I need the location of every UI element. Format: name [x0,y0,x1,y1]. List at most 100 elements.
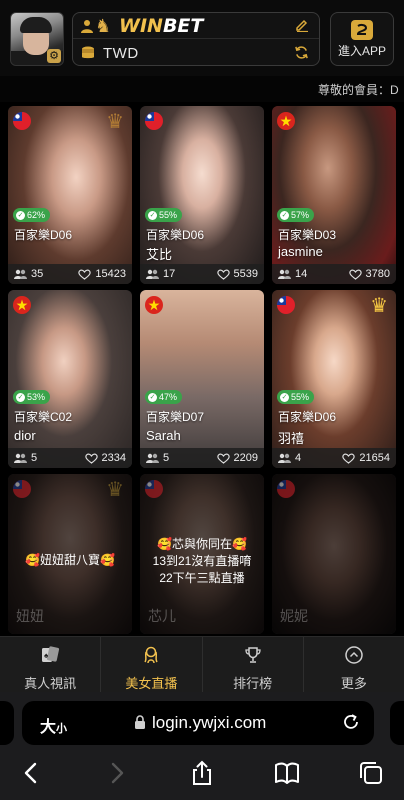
announcement-marquee[interactable]: 尊敬的會員：D [0,76,404,102]
heart-icon [216,269,230,280]
coins-icon [82,46,94,59]
table-label: 百家樂C02 [14,410,73,424]
tab-beauty-live[interactable]: 美女直播 [100,637,201,692]
stream-stats: 35 15423 [8,264,132,284]
currency-label: TWD [103,45,139,62]
user-icon [81,20,93,33]
win-rate-badge: ✓ 55% [145,208,183,222]
heart-icon [78,269,92,280]
streamer-name: 妮妮 [280,608,308,624]
viewer-count: 17 [146,268,175,280]
heart-icon [84,453,98,464]
refresh-balance-icon[interactable] [294,45,309,60]
like-count: 2334 [84,452,126,464]
text-size-button[interactable]: 大小 [40,713,67,737]
balance-row: TWD [73,40,319,66]
reload-icon[interactable] [342,713,360,731]
next-tab-peek[interactable] [390,701,404,745]
vietnam-flag-icon [145,296,163,314]
tab-leaderboard[interactable]: 排行榜 [201,637,303,692]
trophy-icon [244,647,261,663]
table-label: 百家樂D06 [14,228,73,242]
stream-card[interactable]: ✓ 53% 百家樂C02 dior 5 2334 [8,290,132,468]
offline-stream-card[interactable]: ♛ 🥰妞妞甜八寶🥰 妞妞 [8,474,132,634]
tab-live-casino[interactable]: ♠ 真人視訊 [0,637,100,692]
url-text: login.ywjxi.com [152,713,267,732]
streamer-name: Sarah [146,428,181,443]
avatar-hair [20,17,52,33]
enter-app-label: 進入APP [337,44,386,58]
viewer-count: 4 [278,452,301,464]
viewers-icon [278,269,291,279]
tab-label: 更多 [340,676,367,691]
bottom-tab-bar: ♠ 真人視訊 美女直播 排行榜 更多 [0,636,404,692]
vietnam-flag-icon [277,112,295,130]
tabs-icon[interactable] [358,760,384,786]
stream-card[interactable]: ✓ 55% 百家樂D06 艾比 17 5539 [140,106,264,284]
offline-notice: 🥰妞妞甜八寶🥰 [8,552,132,569]
like-count: 21654 [342,452,390,464]
notice-line: 🥰妞妞甜八寶🥰 [25,553,115,567]
offline-stream-card[interactable]: 妮妮 [272,474,396,634]
viewer-count: 5 [146,452,169,464]
address-bar[interactable]: 大小 login.ywjxi.com [22,701,374,745]
stream-card[interactable]: ♛ ✓ 62% 百家樂D06 35 15423 [8,106,132,284]
tab-label: 美女直播 [125,676,178,691]
announcement-text: 尊敬的會員：D [318,83,399,97]
streamer-name: dior [14,428,36,443]
viewer-count: 35 [14,268,43,280]
settings-gear-icon[interactable]: ⚙ [47,49,61,63]
notice-line: 22下午三點直播 [159,571,245,585]
forward-arrow-icon[interactable] [104,760,130,786]
live-streams-grid: ♛ ✓ 62% 百家樂D06 35 15423 ✓ 55% 百家樂D06 艾比 17 [0,102,404,636]
taiwan-flag-icon [277,296,295,314]
browser-toolbar: 大小 login.ywjxi.com [0,692,404,800]
viewers-icon [14,453,27,463]
win-rate-badge: ✓ 55% [277,390,315,404]
winbet-logo: ♞ WINBET [95,14,203,38]
offline-stream-card[interactable]: 🥰芯與你同在🥰 13到21沒有直播唷 22下午三點直播 芯儿 [140,474,264,634]
cards-icon: ♠ [42,646,60,662]
crown-icon: ♛ [370,295,388,317]
taiwan-flag-icon [277,480,295,498]
top-header: ⚙ ♞ WINBET TWD 進入APP [0,0,404,76]
logo-bet-text: BET [162,15,204,37]
lock-icon [135,715,145,729]
account-info-box: ♞ WINBET TWD [72,12,320,66]
stream-stats: 14 3780 [272,264,396,284]
table-label: 百家樂D03 [278,228,337,242]
streamer-name: 芯儿 [148,608,176,624]
user-avatar[interactable]: ⚙ [10,12,64,66]
win-rate-badge: ✓ 62% [13,208,51,222]
tab-more[interactable]: 更多 [302,637,404,692]
like-count: 5539 [216,268,258,280]
offline-notice: 🥰芯與你同在🥰 13到21沒有直播唷 22下午三點直播 [140,536,264,587]
edit-pencil-icon[interactable] [295,18,309,32]
streamer-name: 妞妞 [16,608,44,624]
table-label: 百家樂D06 [278,410,337,424]
table-label: 百家樂D06 [146,228,205,242]
notice-line: 🥰芯與你同在🥰 [157,537,247,551]
enter-app-button[interactable]: 進入APP [330,12,394,66]
share-icon[interactable] [189,760,215,786]
streamer-name: 艾比 [146,247,173,262]
taiwan-flag-icon [13,480,31,498]
notice-line: 13到21沒有直播唷 [152,554,252,568]
previous-tab-peek[interactable] [0,701,14,745]
win-rate-badge: ✓ 53% [13,390,51,404]
back-arrow-icon[interactable] [18,760,44,786]
tab-label: 排行榜 [233,676,273,691]
stream-card[interactable]: ♛ ✓ 55% 百家樂D06 羽禧 4 21654 [272,290,396,468]
taiwan-flag-icon [13,112,31,130]
like-count: 15423 [78,268,126,280]
bookmarks-icon[interactable] [274,760,300,786]
stream-card[interactable]: ✓ 47% 百家樂D07 Sarah 5 2209 [140,290,264,468]
stream-card[interactable]: ✓ 57% 百家樂D03 jasmine 14 3780 [272,106,396,284]
stream-stats: 5 2334 [8,448,132,468]
viewers-icon [146,453,159,463]
viewer-count: 14 [278,268,307,280]
viewers-icon [278,453,291,463]
stream-stats: 17 5539 [140,264,264,284]
viewers-icon [146,269,159,279]
heart-icon [348,269,362,280]
